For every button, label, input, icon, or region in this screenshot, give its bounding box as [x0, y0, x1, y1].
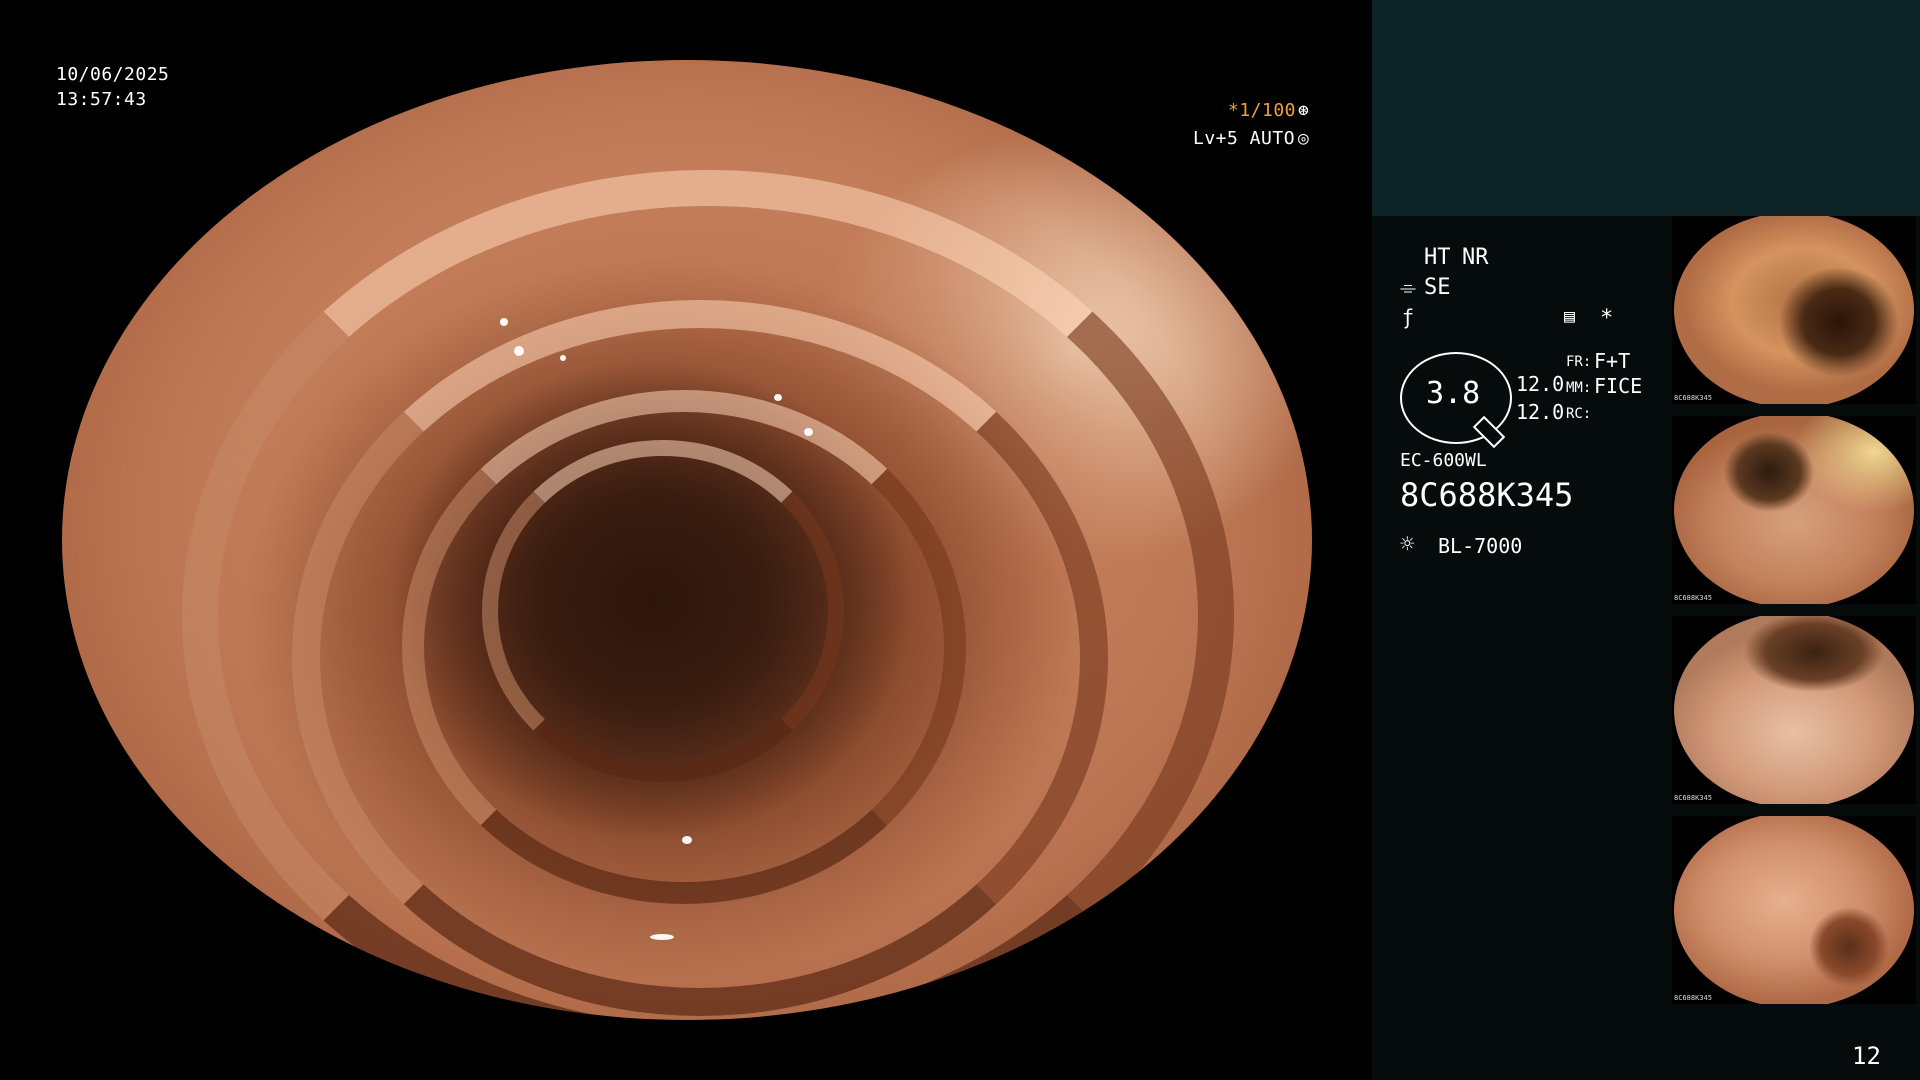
brightness-level: Lv+5 AUTO [1193, 128, 1296, 149]
shutter-speed: *1/100 [1228, 100, 1297, 121]
light-source-model: BL-7000 [1438, 534, 1523, 558]
endoscope-image [62, 60, 1312, 1020]
mm-label: MM: [1566, 380, 1592, 396]
rc-label: RC: [1566, 406, 1592, 422]
capture-date: 10/06/2025 [56, 64, 170, 85]
param-row2-value: 12.0 [1516, 400, 1565, 424]
info-panel-header [1372, 0, 1920, 216]
thumbnail-1[interactable]: 8C688K345 [1672, 216, 1916, 404]
se-label: SE [1424, 275, 1451, 300]
thumbnail-2[interactable]: 8C688K345 [1672, 416, 1916, 604]
capture-time: 13:57:43 [56, 89, 147, 110]
thumbnail-caption: 8C688K345 [1674, 794, 1712, 802]
endoscope-viewer: 10/06/2025 13:57:43 *1/100 ⊛ Lv+5 AUTO ◎ [0, 0, 1372, 1080]
page-number: 12 [1852, 1042, 1881, 1070]
gamma-icon: ƒ [1402, 305, 1415, 329]
iris-icon: ◎ [1298, 128, 1310, 149]
fr-label: FR: [1566, 354, 1592, 370]
scope-model: EC-600WL [1400, 450, 1487, 471]
sharpness-icon: ⌯ [1400, 275, 1416, 299]
star-marker: * [1600, 306, 1614, 331]
zoom-value: 3.8 [1426, 376, 1481, 411]
nr-label: NR [1462, 245, 1489, 270]
aperture-icon: ⊛ [1298, 100, 1310, 121]
thumbnail-4[interactable]: 8C688K345 [1672, 816, 1916, 1004]
param-row1-value: 12.0 [1516, 372, 1565, 396]
light-source-icon: ☼ [1400, 530, 1415, 558]
fr-value: F+T [1594, 349, 1631, 373]
thumbnail-3[interactable]: 8C688K345 [1672, 616, 1916, 804]
settings-card-icon: ▤ [1564, 306, 1575, 327]
thumbnail-caption: 8C688K345 [1674, 994, 1712, 1002]
thumbnail-caption: 8C688K345 [1674, 594, 1712, 602]
mm-value: FICE [1594, 374, 1643, 398]
ht-label: HT [1424, 245, 1451, 270]
scope-serial: 8C688K345 [1400, 476, 1574, 514]
thumbnail-caption: 8C688K345 [1674, 394, 1712, 402]
